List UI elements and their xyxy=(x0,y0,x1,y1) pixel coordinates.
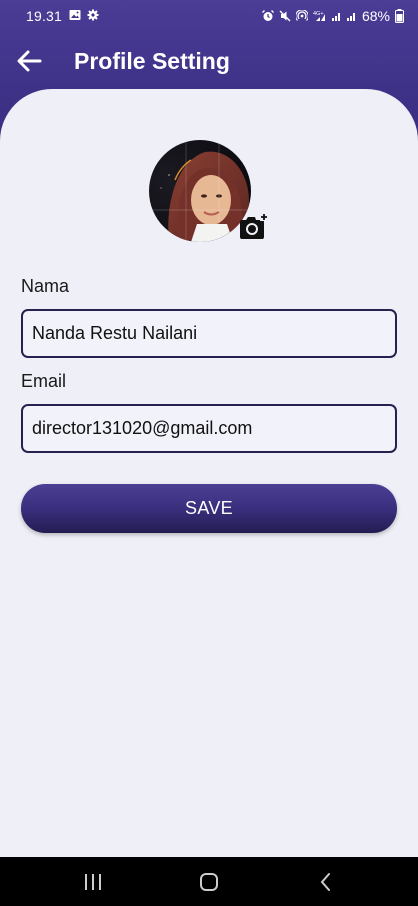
status-right-icons: 4G+ 68% xyxy=(262,8,404,24)
app-bar: Profile Setting xyxy=(0,36,418,88)
alarm-icon xyxy=(262,10,274,21)
arrow-left-icon xyxy=(17,50,42,72)
page-title: Profile Setting xyxy=(74,48,230,74)
avatar-section xyxy=(149,140,269,242)
gear-icon xyxy=(87,9,99,21)
battery-icon xyxy=(395,9,404,23)
hotspot-icon xyxy=(295,10,308,21)
save-button[interactable]: SAVE xyxy=(21,484,397,533)
status-left-icons xyxy=(69,9,99,21)
nav-back-button[interactable] xyxy=(313,869,339,895)
name-label: Nama xyxy=(21,276,70,296)
battery-percent: 68% xyxy=(361,8,390,24)
system-nav-bar xyxy=(0,857,418,906)
email-label: Email xyxy=(21,371,67,391)
avatar[interactable] xyxy=(149,140,251,242)
app-screen: 19.31 4G+ 68% Profile Setting Nama Nanda… xyxy=(0,0,418,906)
home-icon xyxy=(200,873,218,891)
name-field[interactable]: Nanda Restu Nailani xyxy=(21,309,397,358)
back-button[interactable] xyxy=(12,44,46,78)
email-field[interactable]: director131020@gmail.com xyxy=(21,404,397,453)
camera-add-icon xyxy=(240,213,268,239)
change-photo-button[interactable] xyxy=(238,213,268,241)
image-icon xyxy=(69,10,81,20)
signal-icon-2 xyxy=(346,13,355,21)
home-button[interactable] xyxy=(196,869,222,895)
back-chevron-icon xyxy=(320,873,330,891)
mute-icon xyxy=(279,10,291,22)
recents-icon xyxy=(85,874,101,890)
recents-button[interactable] xyxy=(80,869,106,895)
status-bar: 19.31 4G+ 68% xyxy=(0,0,418,32)
network-label: 4G+ xyxy=(313,11,324,17)
avatar-photo xyxy=(149,140,251,242)
status-time: 19.31 xyxy=(26,8,63,24)
signal-icon xyxy=(331,13,340,21)
signal-4g-icon: 4G+ xyxy=(313,11,325,21)
